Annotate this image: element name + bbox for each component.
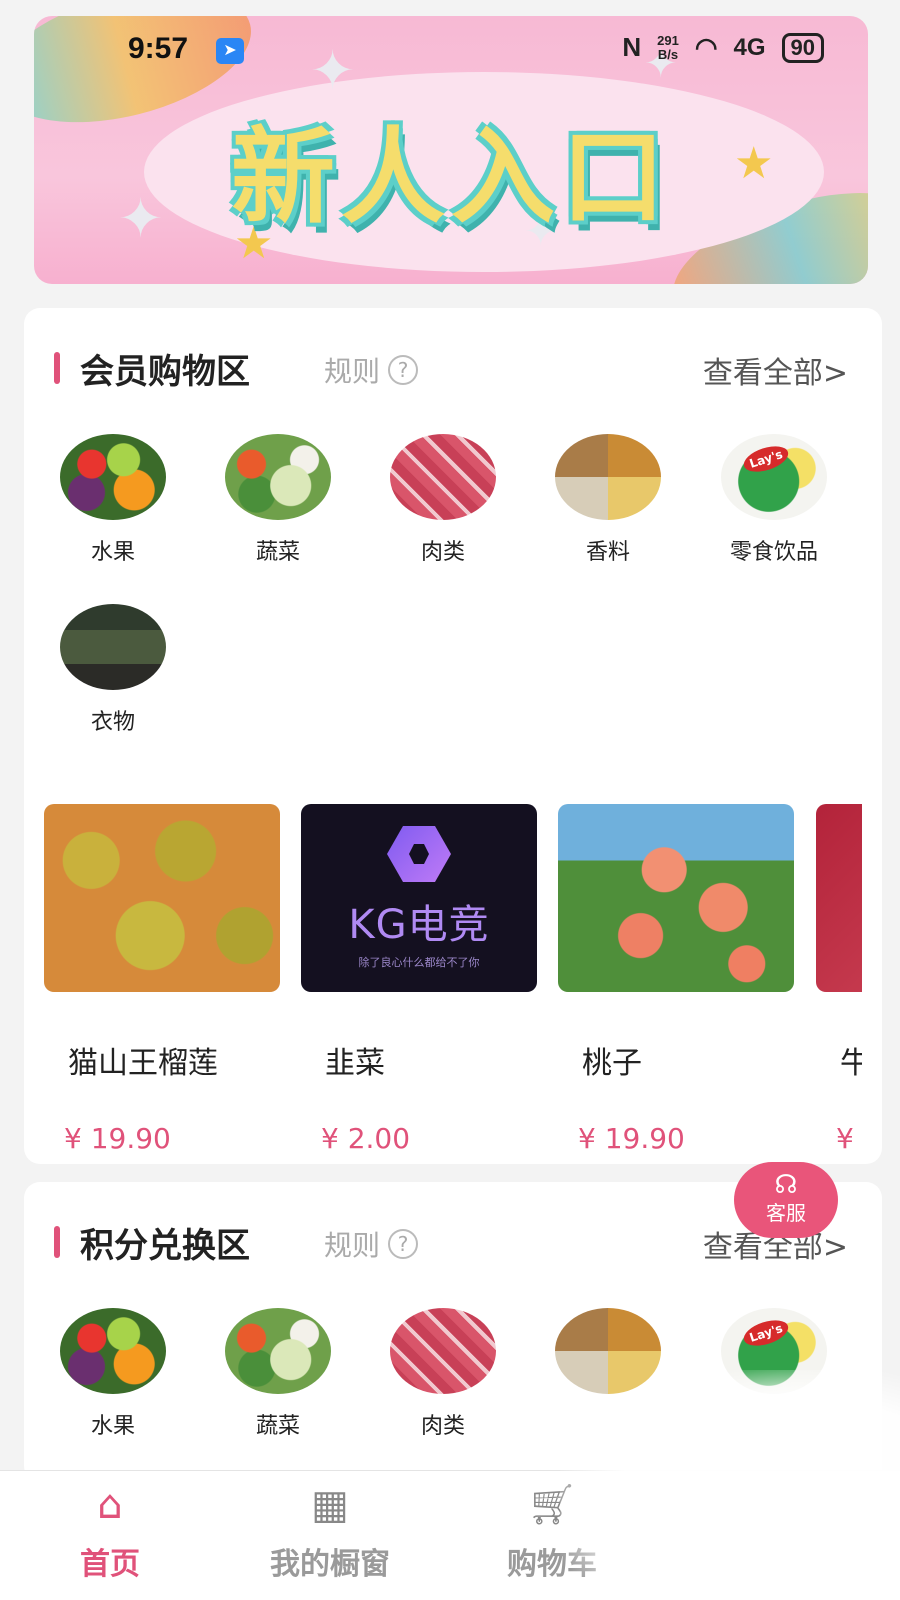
- product-price: ¥ 2.00: [321, 1122, 411, 1155]
- product-image: [816, 804, 862, 992]
- battery-indicator: 90: [781, 32, 824, 63]
- wifi-icon: ◠: [694, 32, 718, 62]
- product-card[interactable]: 桃子 ¥ 19.90: [558, 804, 794, 1155]
- category-label: 肉类: [420, 540, 465, 565]
- category-clothes[interactable]: 衣物: [48, 604, 178, 736]
- product-price: ¥: [836, 1122, 854, 1155]
- nav-home[interactable]: ⌂ 首页: [10, 1477, 210, 1583]
- category-meat[interactable]: 肉类: [378, 1308, 508, 1440]
- category-label: 肉类: [420, 1414, 465, 1439]
- section-title: 积分兑换区: [80, 1226, 250, 1266]
- vegetable-thumb: [225, 1308, 331, 1394]
- clothes-thumb: [60, 604, 166, 690]
- image-title: KG电竞: [348, 902, 490, 948]
- category-label: 零食饮品: [729, 540, 818, 565]
- rules-label: 规则: [324, 1229, 381, 1262]
- rules-link[interactable]: 规则 ?: [324, 350, 419, 390]
- network-type: 4G: [733, 33, 766, 61]
- category-label: 蔬菜: [255, 540, 300, 565]
- home-icon: ⌂: [97, 1482, 123, 1528]
- fruit-thumb: [60, 434, 166, 520]
- meat-thumb: [390, 434, 496, 520]
- category-spice[interactable]: 香料: [543, 434, 673, 566]
- points-section-header: 积分兑换区 规则 ? 查看全部>: [54, 1218, 852, 1266]
- nfc-icon: N: [622, 32, 642, 62]
- snack-thumb: Lay's: [721, 434, 827, 520]
- product-image: [558, 804, 794, 992]
- section-title: 会员购物区: [80, 352, 250, 392]
- member-shopping-card: 会员购物区 规则 ? 查看全部> 水果 蔬菜 肉类 香料 Lay's 零食饮品 …: [24, 308, 882, 1164]
- section-accent-bar: [54, 1226, 60, 1258]
- fruit-thumb: [60, 1308, 166, 1394]
- product-card[interactable]: 牛 ¥: [816, 804, 862, 1155]
- watermark-glare: [560, 1370, 900, 1600]
- product-name: 韭菜: [325, 1046, 385, 1081]
- category-snack[interactable]: Lay's 零食饮品: [704, 434, 844, 566]
- category-label: 水果: [90, 1414, 135, 1439]
- banner-title: 新人入口: [230, 116, 671, 238]
- customer-service-label: 客服: [766, 1201, 806, 1225]
- grid-icon: ▦: [311, 1482, 349, 1528]
- rules-link[interactable]: 规则 ?: [324, 1224, 419, 1264]
- category-fruit[interactable]: 水果: [48, 1308, 178, 1440]
- category-label: 衣物: [90, 710, 135, 735]
- view-all-link[interactable]: 查看全部>: [703, 348, 848, 392]
- image-subtitle: 除了良心什么都给不了你: [358, 956, 480, 969]
- category-vegetable[interactable]: 蔬菜: [213, 434, 343, 566]
- help-icon: ?: [388, 1229, 419, 1259]
- snack-brand-logo: Lay's: [740, 441, 792, 477]
- category-label: 水果: [90, 540, 135, 565]
- headset-icon: ☊: [774, 1170, 798, 1200]
- product-image: KG电竞 除了良心什么都给不了你: [301, 804, 537, 992]
- help-icon: ?: [388, 355, 419, 385]
- product-name: 桃子: [582, 1046, 642, 1081]
- category-label: 蔬菜: [255, 1414, 300, 1439]
- category-label: 香料: [585, 540, 630, 565]
- meat-thumb: [390, 1308, 496, 1394]
- vegetable-thumb: [225, 434, 331, 520]
- product-price: ¥ 19.90: [578, 1122, 685, 1155]
- status-time: 9:57: [128, 32, 189, 65]
- nav-label: 我的橱窗: [270, 1547, 390, 1582]
- category-vegetable[interactable]: 蔬菜: [213, 1308, 343, 1440]
- network-speed: 291 B/s: [657, 32, 679, 62]
- rules-label: 规则: [324, 355, 381, 388]
- customer-service-button[interactable]: ☊ 客服: [734, 1162, 838, 1238]
- nav-showcase[interactable]: ▦ 我的橱窗: [230, 1477, 430, 1583]
- status-bar: 9:57 ➤ N 291 B/s ◠ 4G 90: [0, 26, 900, 70]
- product-name: 牛: [840, 1046, 862, 1081]
- product-image: [44, 804, 280, 992]
- nav-label: 首页: [80, 1547, 140, 1582]
- category-fruit[interactable]: 水果: [48, 434, 178, 566]
- category-meat[interactable]: 肉类: [378, 434, 508, 566]
- product-name: 猫山王榴莲: [68, 1046, 218, 1081]
- kg-logo-icon: [387, 826, 451, 882]
- section-accent-bar: [54, 352, 60, 384]
- product-price: ¥ 19.90: [64, 1122, 171, 1155]
- product-card[interactable]: KG电竞 除了良心什么都给不了你 韭菜 ¥ 2.00: [301, 804, 537, 1155]
- spice-thumb: [555, 434, 661, 520]
- speed-value: 291: [657, 32, 679, 48]
- member-section-header: 会员购物区 规则 ? 查看全部>: [54, 344, 852, 392]
- snack-brand-logo: Lay's: [740, 1315, 792, 1351]
- speed-unit: B/s: [657, 46, 679, 62]
- product-card[interactable]: 猫山王榴莲 ¥ 19.90: [44, 804, 280, 1155]
- feather-icon: ➤: [216, 38, 244, 64]
